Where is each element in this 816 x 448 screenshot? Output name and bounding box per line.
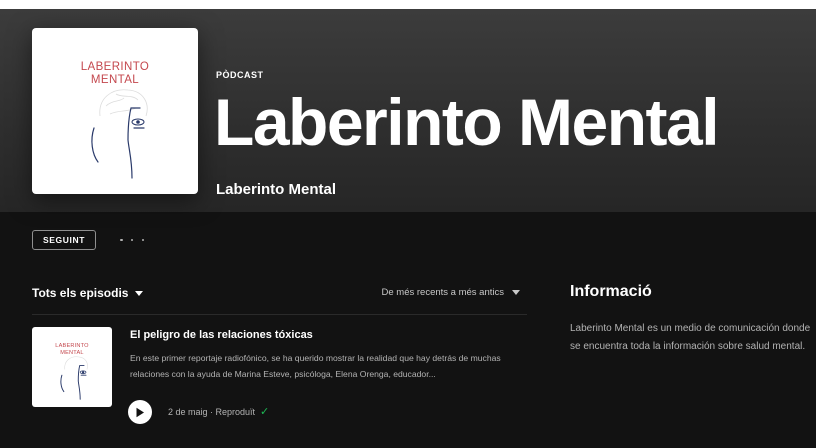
follow-button[interactable]: SEGUINT — [32, 230, 96, 250]
more-options-button[interactable] — [120, 231, 144, 249]
thumbnail-title-line2: MENTAL — [60, 349, 84, 356]
episode-title-link[interactable]: El peligro de las relaciones tóxicas — [130, 329, 313, 341]
played-check-icon: ✓ — [260, 406, 270, 418]
more-dots-icon — [120, 238, 123, 242]
episode-description: En este primer reportaje radiofónico, se… — [130, 353, 501, 379]
sort-label: De més recents a més antics — [381, 287, 505, 298]
info-description: Laberinto Mental es un medio de comunica… — [570, 323, 811, 352]
caret-down-icon — [135, 290, 144, 296]
play-icon — [136, 407, 144, 417]
podcast-author-link[interactable]: Laberinto Mental — [216, 181, 336, 198]
episode-date-status: 2 de maig · Reproduït — [168, 406, 256, 417]
episode-meta: 2 de maig · Reproduït ✓ — [168, 405, 269, 418]
page-title: Laberinto Mental — [214, 85, 720, 159]
caret-down-icon — [512, 290, 520, 295]
more-dots-icon — [130, 238, 134, 242]
podcast-cover-art: LABERINTO MENTAL — [32, 28, 198, 194]
info-heading: Informació — [570, 283, 652, 300]
episodes-filter-dropdown[interactable]: Tots els episodis — [32, 286, 144, 300]
episode-thumbnail[interactable]: LABERINTO MENTAL — [32, 327, 112, 407]
divider — [32, 314, 527, 315]
episodes-heading: Tots els episodis — [32, 286, 129, 300]
face-illustration-icon — [91, 89, 148, 179]
face-illustration-icon — [60, 356, 88, 400]
sort-dropdown[interactable]: De més recents a més antics — [381, 287, 520, 298]
more-dots-icon — [141, 238, 144, 242]
podcast-header: LABERINTO MENTAL PÒDCAST Laberinto Menta… — [0, 9, 816, 212]
thumbnail-cover-title: LABERINTO MENTAL — [32, 343, 112, 356]
play-button[interactable] — [128, 400, 152, 424]
window-top-strip — [0, 0, 816, 9]
